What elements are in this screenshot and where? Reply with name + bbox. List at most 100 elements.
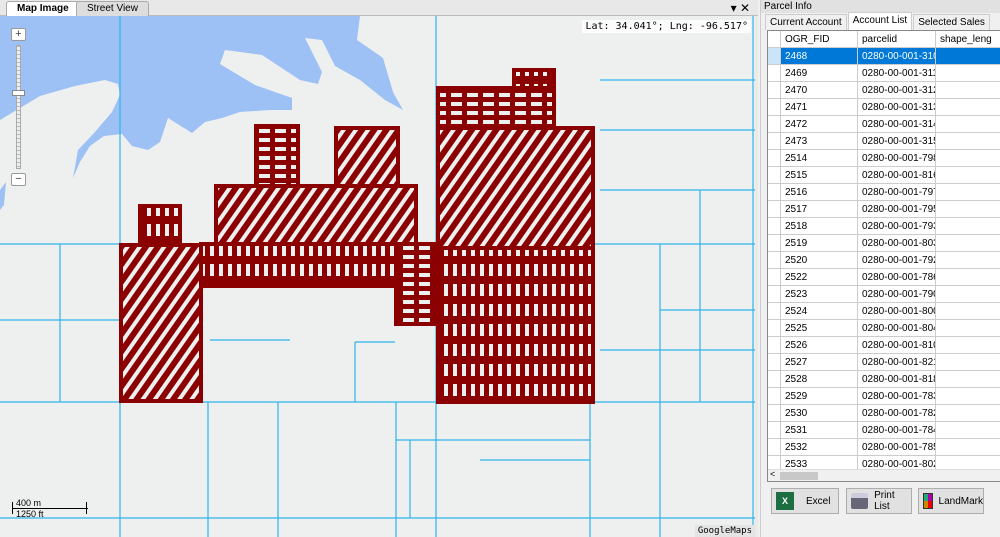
row-header[interactable] — [768, 48, 781, 65]
table-row[interactable]: 2514 0280-00-001-798... — [768, 150, 1000, 167]
cell-parcelid[interactable]: 0280-00-001-785... — [858, 439, 936, 456]
cell-shape-leng[interactable] — [936, 439, 1000, 456]
cell-ogr-fid[interactable]: 2519 — [781, 235, 858, 252]
cell-ogr-fid[interactable]: 2514 — [781, 150, 858, 167]
cell-parcelid[interactable]: 0280-00-001-792... — [858, 252, 936, 269]
cell-ogr-fid[interactable]: 2532 — [781, 439, 858, 456]
cell-shape-leng[interactable] — [936, 150, 1000, 167]
cell-parcelid[interactable]: 0280-00-001-782... — [858, 405, 936, 422]
cell-ogr-fid[interactable]: 2527 — [781, 354, 858, 371]
cell-parcelid[interactable]: 0280-00-001-786... — [858, 269, 936, 286]
cell-parcelid[interactable]: 0280-00-001-800... — [858, 303, 936, 320]
map-canvas[interactable]: Lat: 34.041°; Lng: -96.517° + − 400 m 12… — [0, 16, 755, 537]
table-row[interactable]: 2473 0280-00-001-315... — [768, 133, 1000, 150]
cell-parcelid[interactable]: 0280-00-001-311... — [858, 65, 936, 82]
cell-parcelid[interactable]: 0280-00-001-818... — [858, 371, 936, 388]
cell-ogr-fid[interactable]: 2518 — [781, 218, 858, 235]
excel-button[interactable]: X Excel — [771, 488, 839, 514]
cell-shape-leng[interactable] — [936, 371, 1000, 388]
cell-shape-leng[interactable] — [936, 184, 1000, 201]
cell-ogr-fid[interactable]: 2528 — [781, 371, 858, 388]
tab-current-account[interactable]: Current Account — [765, 14, 847, 30]
cell-shape-leng[interactable] — [936, 337, 1000, 354]
row-header[interactable] — [768, 405, 781, 422]
cell-shape-leng[interactable] — [936, 388, 1000, 405]
row-header[interactable] — [768, 150, 781, 167]
cell-shape-leng[interactable] — [936, 235, 1000, 252]
row-header[interactable] — [768, 65, 781, 82]
row-header[interactable] — [768, 201, 781, 218]
row-header[interactable] — [768, 303, 781, 320]
tab-street-view[interactable]: Street View — [76, 1, 149, 16]
cell-shape-leng[interactable] — [936, 167, 1000, 184]
table-row[interactable]: 2472 0280-00-001-314... — [768, 116, 1000, 133]
scroll-left-icon[interactable]: < — [770, 469, 775, 479]
dropdown-icon[interactable]: ▾ — [731, 1, 737, 15]
cell-ogr-fid[interactable]: 2473 — [781, 133, 858, 150]
cell-shape-leng[interactable] — [936, 116, 1000, 133]
table-row[interactable]: 2530 0280-00-001-782... — [768, 405, 1000, 422]
cell-parcelid[interactable]: 0280-00-001-798... — [858, 150, 936, 167]
row-header[interactable] — [768, 320, 781, 337]
row-header[interactable] — [768, 252, 781, 269]
cell-shape-leng[interactable] — [936, 405, 1000, 422]
landmark-button[interactable]: LandMark — [918, 488, 984, 514]
cell-parcelid[interactable]: 0280-00-001-313... — [858, 99, 936, 116]
table-row[interactable]: 2515 0280-00-001-816... — [768, 167, 1000, 184]
cell-ogr-fid[interactable]: 2515 — [781, 167, 858, 184]
cell-parcelid[interactable]: 0280-00-001-795... — [858, 201, 936, 218]
cell-shape-leng[interactable] — [936, 65, 1000, 82]
row-header[interactable] — [768, 337, 781, 354]
cell-shape-leng[interactable] — [936, 269, 1000, 286]
cell-parcelid[interactable]: 0280-00-001-793... — [858, 218, 936, 235]
table-row[interactable]: 2526 0280-00-001-810... — [768, 337, 1000, 354]
cell-shape-leng[interactable] — [936, 48, 1000, 65]
cell-shape-leng[interactable] — [936, 201, 1000, 218]
zoom-slider[interactable] — [12, 45, 25, 169]
cell-ogr-fid[interactable]: 2522 — [781, 269, 858, 286]
row-header[interactable] — [768, 116, 781, 133]
table-row[interactable]: 2523 0280-00-001-790... — [768, 286, 1000, 303]
row-header[interactable] — [768, 218, 781, 235]
cell-shape-leng[interactable] — [936, 303, 1000, 320]
cell-ogr-fid[interactable]: 2470 — [781, 82, 858, 99]
row-header[interactable] — [768, 82, 781, 99]
table-row[interactable]: 2522 0280-00-001-786... — [768, 269, 1000, 286]
cell-ogr-fid[interactable]: 2469 — [781, 65, 858, 82]
cell-ogr-fid[interactable]: 2525 — [781, 320, 858, 337]
table-row[interactable]: 2471 0280-00-001-313... — [768, 99, 1000, 116]
cell-parcelid[interactable]: 0280-00-001-784... — [858, 422, 936, 439]
table-row[interactable]: 2525 0280-00-001-804... — [768, 320, 1000, 337]
row-header[interactable] — [768, 371, 781, 388]
table-row[interactable]: 2519 0280-00-001-803... — [768, 235, 1000, 252]
table-row[interactable]: 2524 0280-00-001-800... — [768, 303, 1000, 320]
row-header[interactable] — [768, 286, 781, 303]
table-row[interactable]: 2468 0280-00-001-310... — [768, 48, 1000, 65]
cell-shape-leng[interactable] — [936, 218, 1000, 235]
table-row[interactable]: 2516 0280-00-001-797... — [768, 184, 1000, 201]
cell-ogr-fid[interactable]: 2526 — [781, 337, 858, 354]
table-row[interactable]: 2518 0280-00-001-793... — [768, 218, 1000, 235]
cell-shape-leng[interactable] — [936, 422, 1000, 439]
column-header-parcelid[interactable]: parcelid — [858, 31, 936, 48]
row-header[interactable] — [768, 354, 781, 371]
cell-shape-leng[interactable] — [936, 82, 1000, 99]
cell-parcelid[interactable]: 0280-00-001-816... — [858, 167, 936, 184]
cell-ogr-fid[interactable]: 2530 — [781, 405, 858, 422]
cell-shape-leng[interactable] — [936, 99, 1000, 116]
table-row[interactable]: 2531 0280-00-001-784... — [768, 422, 1000, 439]
tab-selected-sales[interactable]: Selected Sales — [913, 14, 990, 30]
row-header[interactable] — [768, 184, 781, 201]
cell-parcelid[interactable]: 0280-00-001-821... — [858, 354, 936, 371]
print-list-button[interactable]: Print List — [846, 488, 912, 514]
table-row[interactable]: 2527 0280-00-001-821... — [768, 354, 1000, 371]
row-header[interactable] — [768, 269, 781, 286]
cell-ogr-fid[interactable]: 2520 — [781, 252, 858, 269]
cell-parcelid[interactable]: 0280-00-001-783... — [858, 388, 936, 405]
column-header-shape-leng[interactable]: shape_leng — [936, 31, 1000, 48]
row-header[interactable] — [768, 235, 781, 252]
cell-ogr-fid[interactable]: 2468 — [781, 48, 858, 65]
cell-parcelid[interactable]: 0280-00-001-314... — [858, 116, 936, 133]
row-header[interactable] — [768, 167, 781, 184]
cell-shape-leng[interactable] — [936, 354, 1000, 371]
